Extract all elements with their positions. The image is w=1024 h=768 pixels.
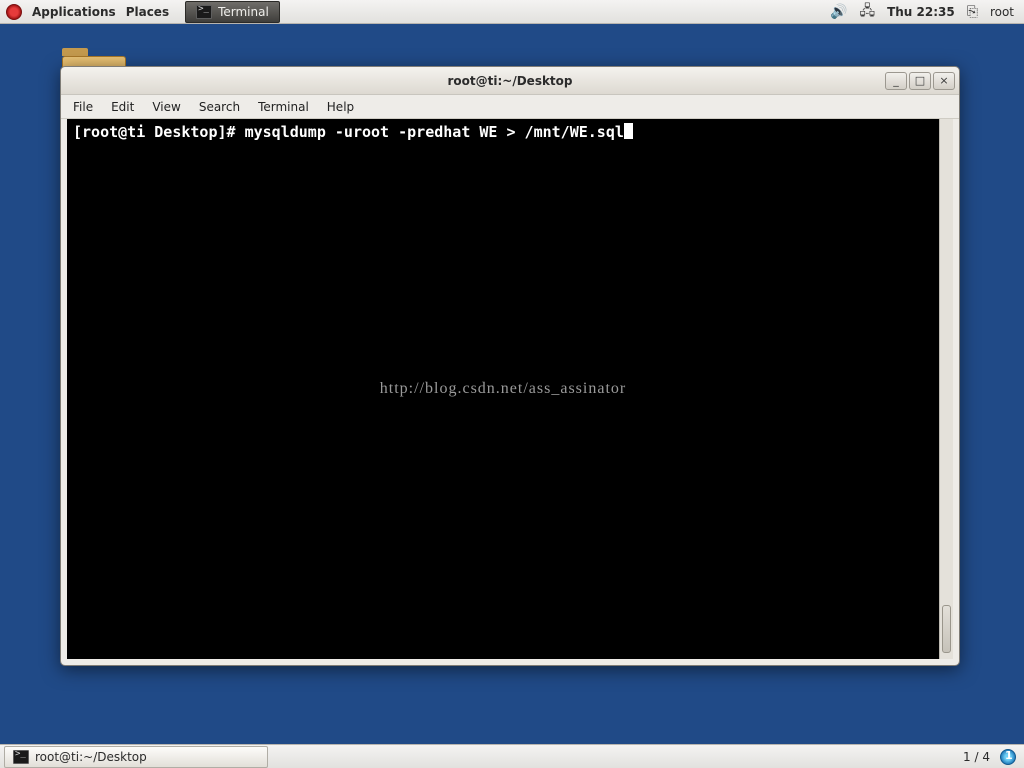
terminal-icon [13,750,29,764]
close-button[interactable]: × [933,72,955,90]
top-task-label: Terminal [218,5,269,19]
bottom-panel: root@ti:~/Desktop 1 / 4 [0,744,1024,768]
applications-menu[interactable]: Applications [32,5,116,19]
terminal-command: mysqldump -uroot -predhat WE > /mnt/WE.s… [245,123,624,141]
terminal-viewport[interactable]: [root@ti Desktop]# mysqldump -uroot -pre… [67,119,939,659]
terminal-window: root@ti:~/Desktop _ □ × File Edit View S… [60,66,960,666]
window-title: root@ti:~/Desktop [61,74,959,88]
top-panel: Applications Places Terminal 🔊 🖧 Thu 22:… [0,0,1024,24]
terminal-cursor [624,123,633,139]
taskbar-item-terminal[interactable]: root@ti:~/Desktop [4,746,268,768]
window-titlebar[interactable]: root@ti:~/Desktop _ □ × [61,67,959,95]
top-task-terminal[interactable]: Terminal [185,1,280,23]
menu-terminal[interactable]: Terminal [258,100,309,114]
scroll-thumb[interactable] [942,605,951,653]
window-controls: _ □ × [885,72,955,90]
maximize-button[interactable]: □ [909,72,931,90]
workspace-switcher-icon[interactable] [1000,749,1016,765]
menu-edit[interactable]: Edit [111,100,134,114]
taskbar-item-label: root@ti:~/Desktop [35,750,147,764]
network-icon[interactable]: 🖧 [859,0,875,24]
minimize-button[interactable]: _ [885,72,907,90]
clock[interactable]: Thu 22:35 [887,5,955,19]
user-label[interactable]: root [990,5,1014,19]
volume-icon[interactable]: 🔊 [830,4,847,20]
distro-logo-icon[interactable] [6,4,22,20]
window-menubar: File Edit View Search Terminal Help [61,95,959,119]
terminal-scrollbar[interactable] [939,119,953,659]
watermark-text: http://blog.csdn.net/ass_assinator [380,379,626,399]
menu-view[interactable]: View [152,100,180,114]
terminal-icon [196,5,212,19]
places-menu[interactable]: Places [126,5,169,19]
terminal-prompt: [root@ti Desktop]# [73,123,245,141]
menu-file[interactable]: File [73,100,93,114]
menu-search[interactable]: Search [199,100,240,114]
menu-help[interactable]: Help [327,100,354,114]
workspace-counter: 1 / 4 [963,750,990,764]
user-switch-icon[interactable]: ⎘ [967,4,978,20]
